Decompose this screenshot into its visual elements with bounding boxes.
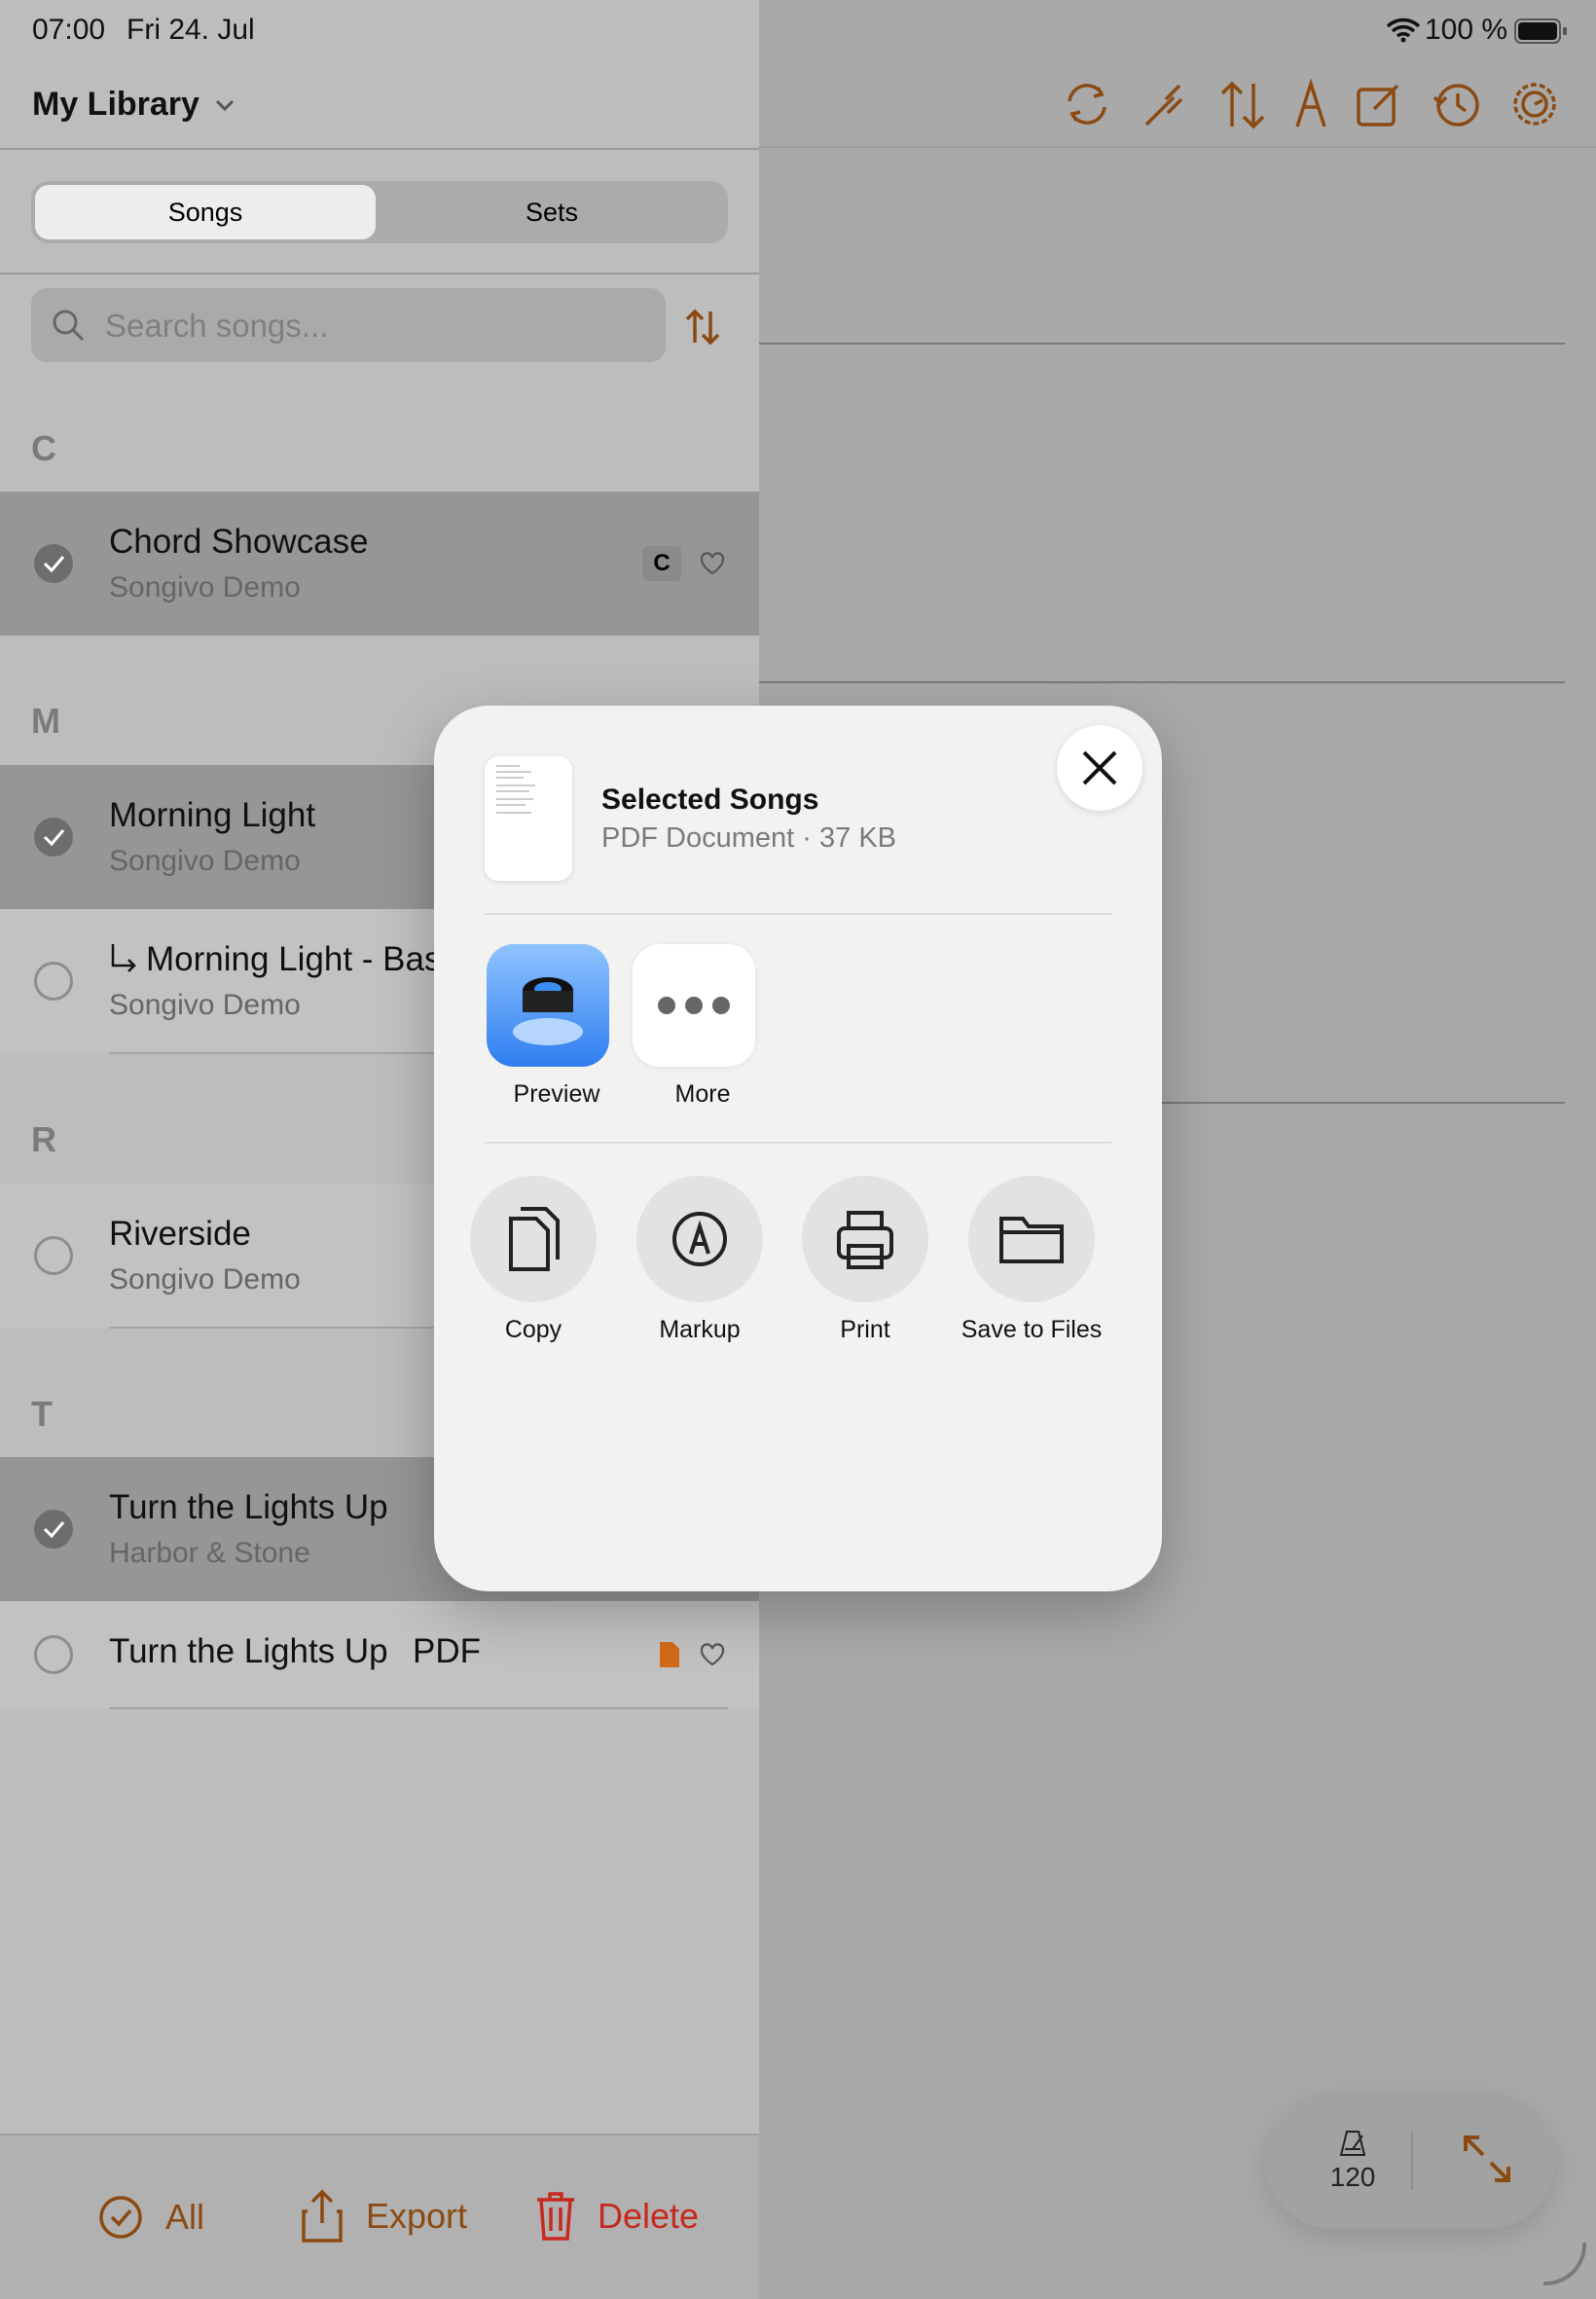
divider <box>109 1707 728 1709</box>
trash-icon <box>537 2192 574 2241</box>
divider <box>485 913 1111 915</box>
delete-label: Delete <box>598 2196 700 2236</box>
pdf-file-icon <box>660 1642 679 1667</box>
action-label: Copy <box>504 1316 562 1343</box>
wifi-icon <box>1386 18 1421 43</box>
markup-icon <box>636 1176 763 1302</box>
export-label: Export <box>366 2196 468 2236</box>
metronome-icon <box>1339 2131 1366 2156</box>
section-header-c: C <box>31 428 56 468</box>
copy-icon <box>470 1176 597 1302</box>
action-label: Save to Files <box>961 1316 1103 1343</box>
tuning-fork-icon[interactable] <box>1139 78 1191 130</box>
search-field[interactable]: Search songs... <box>31 288 666 362</box>
search-icon <box>53 310 85 342</box>
sync-icon[interactable] <box>1061 78 1113 130</box>
section-header-r: R <box>31 1119 56 1159</box>
document-meta: PDF Document · 37 KB <box>601 822 896 854</box>
action-label: Markup <box>659 1316 741 1343</box>
song-artist: Songivo Demo <box>109 989 301 1021</box>
divider <box>0 273 759 274</box>
select-all-button[interactable]: All <box>97 2194 204 2241</box>
checkmark-selected-icon[interactable] <box>34 818 73 857</box>
song-title: Riverside <box>109 1215 251 1253</box>
segment-sets[interactable]: Sets <box>380 185 724 239</box>
font-icon[interactable] <box>1289 78 1332 130</box>
delete-button[interactable]: Delete <box>533 2190 699 2243</box>
search-placeholder: Search songs... <box>105 308 329 344</box>
controls-separator <box>1411 2132 1413 2190</box>
battery-icon <box>1514 18 1567 44</box>
checkmark-unselected-icon[interactable] <box>34 962 73 1001</box>
checkmark-unselected-icon[interactable] <box>34 1635 73 1674</box>
checkmark-unselected-icon[interactable] <box>34 1236 73 1275</box>
song-title: Morning Light <box>109 796 316 834</box>
settings-gear-icon[interactable] <box>1508 78 1561 130</box>
sort-icon[interactable] <box>681 306 724 348</box>
song-artist: Songivo Demo <box>109 845 301 877</box>
divider <box>485 1142 1111 1144</box>
library-title-label: My Library <box>32 86 200 123</box>
section-header-t: T <box>31 1394 53 1434</box>
section-header-m: M <box>31 701 60 741</box>
content-divider <box>759 681 1565 683</box>
library-title[interactable]: My Library <box>32 86 236 124</box>
heart-icon[interactable] <box>699 550 726 577</box>
floating-controls: 120 <box>1265 2093 1555 2229</box>
app-more[interactable]: More <box>580 944 755 1109</box>
share-icon <box>302 2189 343 2243</box>
metronome-button[interactable]: 120 <box>1304 2130 1401 2198</box>
list-item[interactable]: Chord Showcase Songivo Demo C <box>0 492 759 636</box>
folder-icon <box>968 1176 1095 1302</box>
action-save-to-files[interactable]: Save to Files <box>961 1176 1143 1344</box>
song-artist: Harbor & Stone <box>109 1537 310 1569</box>
document-title: Selected Songs <box>601 784 819 816</box>
list-item[interactable]: Turn the Lights Up PDF <box>0 1601 759 1708</box>
status-bar: 07:00 Fri 24. Jul 100 % <box>0 0 1596 62</box>
content-divider <box>759 343 1565 345</box>
edit-icon[interactable] <box>1353 78 1405 130</box>
toolbar-divider <box>759 146 1596 148</box>
chevron-down-icon <box>215 99 235 111</box>
divider <box>0 148 759 150</box>
tempo-value: 120 <box>1329 2162 1376 2192</box>
close-button[interactable] <box>1057 725 1143 811</box>
transpose-icon[interactable] <box>1216 78 1269 130</box>
resize-corner-icon[interactable] <box>1540 2239 1588 2287</box>
song-artist: Songivo Demo <box>109 1263 301 1295</box>
status-date: Fri 24. Jul <box>127 14 255 46</box>
status-time: 07:00 <box>32 14 106 46</box>
song-title: Turn the Lights Up <box>109 1632 388 1670</box>
segment-songs[interactable]: Songs <box>35 185 376 239</box>
pdf-tag: PDF <box>413 1632 481 1670</box>
expand-icon[interactable] <box>1460 2132 1514 2186</box>
song-artist: Songivo Demo <box>109 571 301 603</box>
history-icon[interactable] <box>1431 78 1483 130</box>
share-sheet: Selected Songs PDF Document · 37 KB Prev… <box>434 706 1162 1591</box>
select-all-label: All <box>165 2197 205 2237</box>
document-thumbnail <box>485 756 572 881</box>
battery-percent: 100 % <box>1425 14 1508 46</box>
main-toolbar <box>1061 78 1567 132</box>
app-label: More <box>674 1080 731 1108</box>
export-button[interactable]: Export <box>298 2188 467 2244</box>
close-icon <box>1082 750 1117 785</box>
heart-icon[interactable] <box>699 1641 726 1668</box>
checkmark-selected-icon[interactable] <box>34 1510 73 1549</box>
song-title: Morning Light - Bas <box>146 940 442 978</box>
checkmark-selected-icon[interactable] <box>34 544 73 583</box>
sub-item-arrow-icon <box>111 944 136 972</box>
segment-control: Songs Sets <box>31 181 728 243</box>
more-icon <box>633 944 755 1067</box>
key-badge: C <box>642 546 681 581</box>
action-label: Print <box>840 1316 890 1343</box>
song-title: Chord Showcase <box>109 523 369 561</box>
checkmark-circle-icon <box>99 2196 142 2239</box>
printer-icon <box>802 1176 928 1302</box>
bottom-toolbar: All Export Delete <box>0 2134 759 2299</box>
song-title: Turn the Lights Up <box>109 1488 388 1526</box>
